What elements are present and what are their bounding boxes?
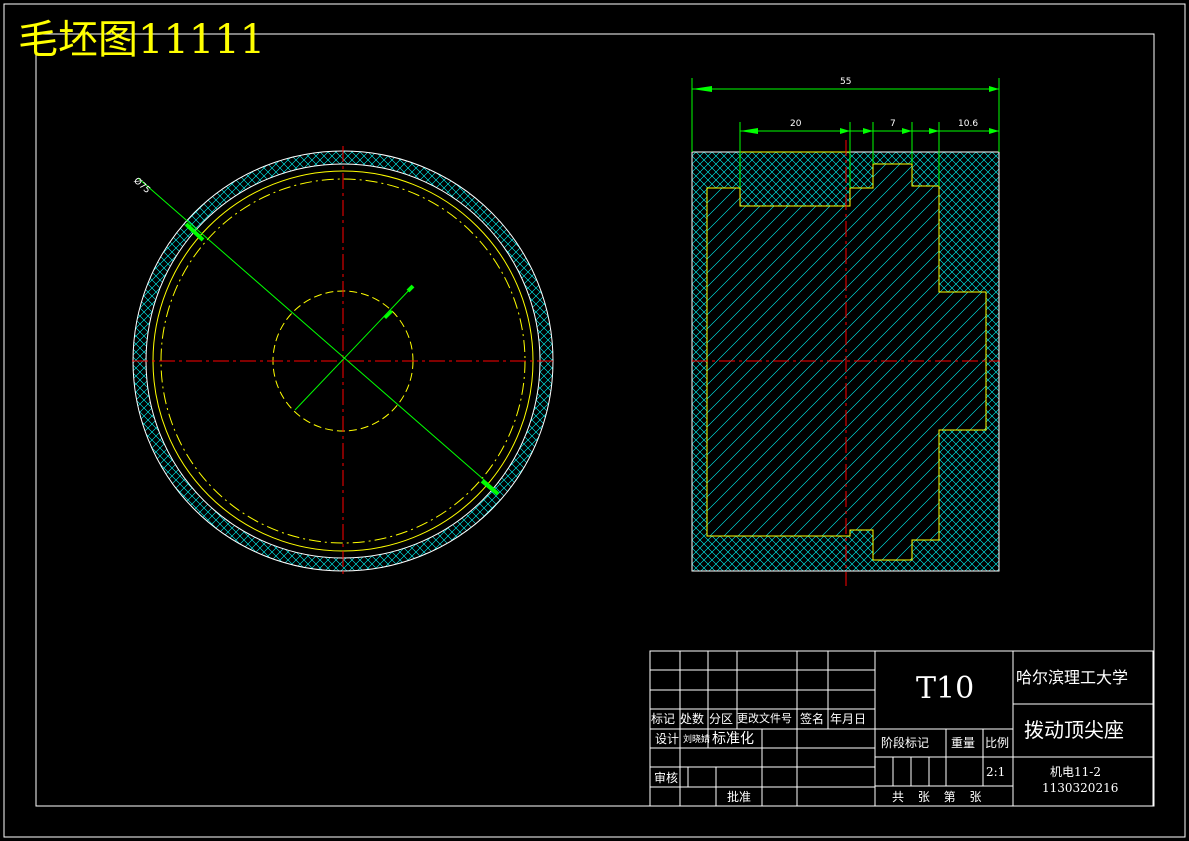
end-view bbox=[132, 146, 556, 576]
section-view bbox=[691, 78, 1000, 586]
tb-approve: 批准 bbox=[727, 790, 752, 804]
tb-class: 机电11-2 bbox=[1050, 765, 1101, 779]
dim-b-text: 7 bbox=[890, 119, 896, 129]
tb-mark: 标记 bbox=[651, 712, 676, 726]
tb-count: 处数 bbox=[680, 712, 705, 726]
tb-date: 年月日 bbox=[830, 712, 867, 726]
tb-review: 审核 bbox=[654, 771, 679, 785]
tb-design: 设计 bbox=[655, 732, 680, 746]
drawing-title: 毛坯图11111 bbox=[18, 17, 266, 63]
dim-c-text: 10.6 bbox=[958, 119, 979, 129]
tb-sheet: 共 张 第 张 bbox=[892, 790, 982, 804]
overall-length-text: 55 bbox=[840, 77, 852, 87]
tb-zone: 分区 bbox=[709, 712, 734, 726]
tb-weight: 重量 bbox=[951, 736, 976, 750]
tb-stage: 阶段标记 bbox=[881, 736, 930, 750]
tb-doc-no: 更改文件号 bbox=[737, 712, 792, 725]
tb-material: T10 bbox=[916, 671, 975, 706]
tb-design-name: 刘晓婧 bbox=[683, 735, 711, 745]
tb-part-name: 拨动顶尖座 bbox=[1024, 718, 1124, 742]
tb-university: 哈尔滨理工大学 bbox=[1016, 668, 1129, 687]
drawing-canvas bbox=[3, 3, 1186, 838]
tb-standard: 标准化 bbox=[712, 731, 754, 747]
tb-signature: 签名 bbox=[800, 712, 825, 726]
tb-scale: 2:1 bbox=[986, 765, 1006, 779]
tb-ratio: 比例 bbox=[985, 736, 1010, 750]
tb-student-id: 1130320216 bbox=[1042, 781, 1119, 795]
dim-a-text: 20 bbox=[790, 119, 802, 129]
